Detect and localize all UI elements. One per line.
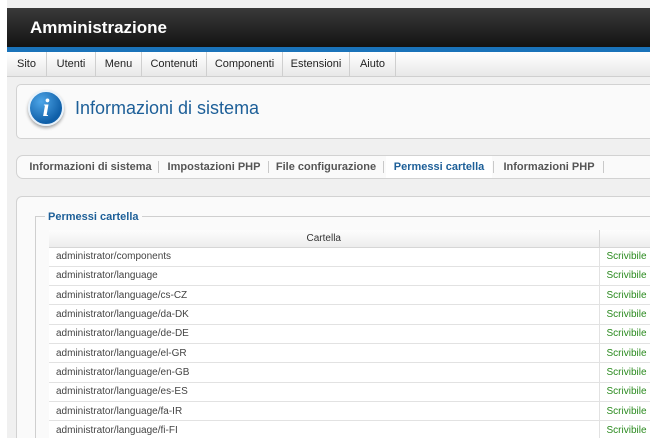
page-margin [0,0,7,438]
folder-path: administrator/language/da-DK [49,304,600,325]
writable-status: Scrivibile [599,420,650,438]
fieldset-legend: Permessi cartella [45,211,142,223]
writable-status: Scrivibile [599,324,650,344]
folder-path: administrator/language [49,266,600,287]
submenu-tabs: Informazioni di sistema Impostazioni PHP… [16,155,650,179]
page-header-box: i Informazioni di sistema [16,84,650,139]
table-row: administrator/language/el-GR Scrivibile [49,343,650,364]
writable-status: Scrivibile [599,247,650,267]
tab-separator [493,161,494,173]
tab-informazioni-di-sistema[interactable]: Informazioni di sistema [25,156,156,178]
writable-status: Scrivibile [599,304,650,325]
folder-path: administrator/language/es-ES [49,382,600,402]
menu-item-componenti[interactable]: Componenti [207,52,283,77]
writable-status: Scrivibile [599,343,650,364]
tab-separator [268,161,269,173]
info-icon: i [28,90,64,126]
fieldset-border [35,216,36,438]
menu-item-estensioni[interactable]: Estensioni [283,52,350,77]
tab-file-configurazione[interactable]: File configurazione [271,156,381,178]
tab-permessi-cartella[interactable]: Permessi cartella [386,156,492,178]
page-title: Informazioni di sistema [75,98,260,118]
folder-path: administrator/language/el-GR [49,343,600,364]
table-row: administrator/components Scrivibile [49,247,650,267]
tab-separator [158,161,159,173]
writable-status: Scrivibile [599,382,650,402]
writable-status: Scrivibile [599,401,650,422]
folder-path: administrator/language/cs-CZ [49,285,600,306]
menu-item-aiuto[interactable]: Aiuto [350,52,396,77]
menu-item-utenti[interactable]: Utenti [47,52,96,77]
tab-separator [383,161,384,173]
menu-item-contenuti[interactable]: Contenuti [142,52,207,77]
table-header-row: Cartella [49,230,650,248]
directory-permissions-table: Cartella administrator/components Scrivi… [49,230,650,438]
table-row: administrator/language/en-GB Scrivibile [49,362,650,383]
table-row: administrator/language Scrivibile [49,266,650,287]
table-row: administrator/language/da-DK Scrivibile [49,304,650,325]
table-row: administrator/language/de-DE Scrivibile [49,324,650,344]
folder-path: administrator/language/de-DE [49,324,600,344]
column-header-status [599,230,650,248]
writable-status: Scrivibile [599,285,650,306]
writable-status: Scrivibile [599,266,650,287]
folder-path: administrator/language/fi-FI [49,420,600,438]
admin-header: Amministrazione [7,8,650,51]
app-title: Amministrazione [30,18,167,37]
table-row: administrator/language/cs-CZ Scrivibile [49,285,650,306]
main-menu: Sito Utenti Menu Contenuti Componenti Es… [7,52,650,77]
folder-path: administrator/components [49,247,600,267]
table-row: administrator/language/fi-FI Scrivibile [49,420,650,438]
menu-item-sito[interactable]: Sito [7,52,47,77]
tab-separator [603,161,604,173]
tab-impostazioni-php[interactable]: Impostazioni PHP [161,156,267,178]
table-row: administrator/language/fa-IR Scrivibile [49,401,650,422]
folder-path: administrator/language/en-GB [49,362,600,383]
folder-path: administrator/language/fa-IR [49,401,600,422]
tab-informazioni-php[interactable]: Informazioni PHP [496,156,602,178]
menu-item-menu[interactable]: Menu [96,52,142,77]
writable-status: Scrivibile [599,362,650,383]
column-header-cartella[interactable]: Cartella [49,230,600,248]
table-row: administrator/language/es-ES Scrivibile [49,382,650,402]
